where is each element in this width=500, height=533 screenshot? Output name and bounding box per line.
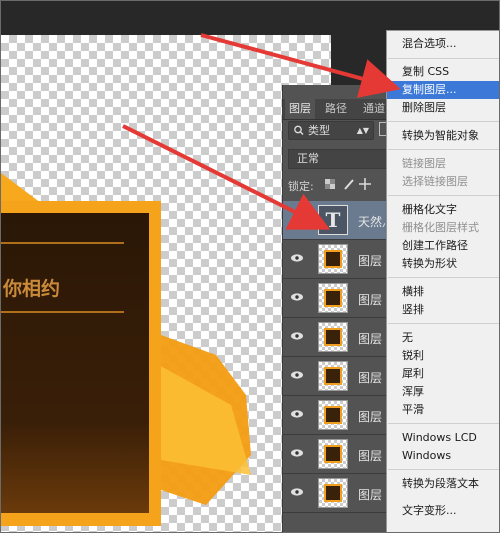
menu-item-link-layers: 链接图层 — [402, 157, 446, 170]
photoshop-workspace: 你相约 图层 路径 通道 类型 ▲▼ 正常 锁定: T 天然灬 图层 图层 图层… — [1, 1, 499, 532]
eye-icon[interactable] — [290, 409, 304, 419]
menu-item-rasterize-layer-style: 栅格化图层样式 — [402, 221, 479, 234]
chevron-updown-icon: ▲▼ — [356, 126, 369, 135]
tab-layers[interactable]: 图层 — [285, 99, 315, 119]
lock-brush-icon[interactable] — [344, 179, 354, 190]
text-layer-icon: T — [318, 205, 348, 235]
menu-item-duplicate-layer[interactable]: 复制图层... — [387, 81, 499, 99]
menu-item-aa-strong[interactable]: 浑厚 — [387, 383, 499, 401]
dark-panel — [1, 213, 149, 513]
layer-name: 图层 — [358, 488, 383, 502]
menu-item-delete-layer[interactable]: 删除图层 — [387, 99, 499, 117]
menu-item-aa-crisp[interactable]: 犀利 — [387, 365, 499, 383]
menu-item-horizontal[interactable]: 横排 — [387, 283, 499, 301]
layer-thumbnail — [318, 244, 348, 274]
layer-context-menu: 混合选项... 复制 CSS 复制图层... 删除图层 转换为智能对象 链接图层… — [386, 30, 499, 532]
eye-icon[interactable] — [290, 487, 304, 497]
layer-thumbnail — [318, 322, 348, 352]
eye-icon[interactable] — [290, 448, 304, 458]
layer-thumbnail — [318, 478, 348, 508]
menu-divider — [388, 423, 499, 424]
menu-item-create-work-path[interactable]: 创建工作路径 — [387, 237, 499, 255]
menu-divider — [388, 58, 499, 59]
menu-divider — [388, 121, 499, 122]
layer-filter-dropdown[interactable]: 类型 ▲▼ — [288, 121, 374, 140]
eye-icon[interactable] — [290, 331, 304, 341]
layer-name: 图层 — [358, 410, 383, 424]
lock-transparent-icon[interactable] — [325, 179, 335, 189]
layer-name: 图层 — [358, 371, 383, 385]
menu-item-aa-none[interactable]: 无 — [387, 329, 499, 347]
menu-item-warp-text[interactable]: 文字变形... — [387, 502, 499, 520]
menu-item-aa-sharp[interactable]: 锐利 — [387, 347, 499, 365]
menu-divider — [388, 149, 499, 150]
layer-thumbnail — [318, 400, 348, 430]
layer-name: 图层 — [358, 293, 383, 307]
menu-item-convert-smart-object[interactable]: 转换为智能对象 — [387, 127, 499, 145]
layer-name: 图层 — [358, 332, 383, 346]
menu-item-aa-smooth[interactable]: 平滑 — [387, 401, 499, 419]
tab-paths[interactable]: 路径 — [321, 99, 351, 119]
menu-divider — [388, 195, 499, 196]
menu-divider — [388, 469, 499, 470]
menu-item-select-linked-layers: 选择链接图层 — [402, 175, 468, 188]
artwork-heading-text: 你相约 — [3, 278, 61, 300]
layer-name: 图层 — [358, 254, 383, 268]
eye-icon[interactable] — [290, 214, 304, 224]
filter-label: 类型 — [308, 124, 330, 137]
eye-icon[interactable] — [290, 370, 304, 380]
menu-item-vertical[interactable]: 竖排 — [387, 301, 499, 319]
layer-thumbnail — [318, 361, 348, 391]
layer-thumbnail — [318, 283, 348, 313]
search-icon — [294, 125, 304, 135]
menu-item-windows[interactable]: Windows — [387, 447, 499, 465]
screenshot-frame: 你相约 图层 路径 通道 类型 ▲▼ 正常 锁定: T 天然灬 图层 图层 图层… — [0, 0, 500, 533]
eye-icon[interactable] — [290, 292, 304, 302]
menu-item-blending-options[interactable]: 混合选项... — [387, 35, 499, 53]
layer-name: 图层 — [358, 449, 383, 463]
menu-item-rasterize-type[interactable]: 栅格化文字 — [387, 201, 499, 219]
lock-move-icon[interactable] — [359, 178, 371, 190]
menu-item-convert-to-shape[interactable]: 转换为形状 — [387, 255, 499, 273]
menu-divider — [388, 277, 499, 278]
eye-icon[interactable] — [290, 253, 304, 263]
menu-item-convert-paragraph-text[interactable]: 转换为段落文本 — [387, 475, 499, 493]
menu-divider — [388, 323, 499, 324]
tab-channels[interactable]: 通道 — [359, 99, 389, 119]
blend-mode-value: 正常 — [297, 152, 319, 165]
lock-label: 锁定: — [288, 180, 314, 193]
layer-thumbnail — [318, 439, 348, 469]
menu-item-copy-css[interactable]: 复制 CSS — [387, 63, 499, 81]
menu-item-windows-lcd[interactable]: Windows LCD — [387, 429, 499, 447]
